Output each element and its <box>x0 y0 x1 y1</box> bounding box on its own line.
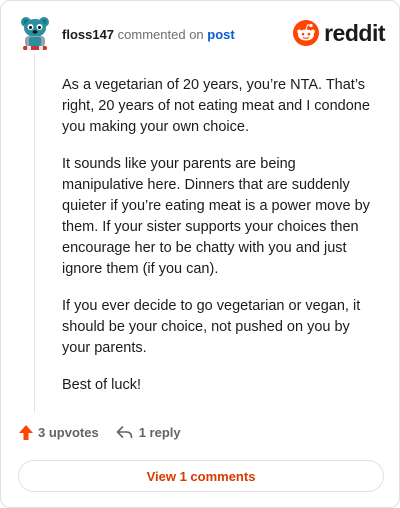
comment-paragraph: As a vegetarian of 20 years, you’re NTA.… <box>62 77 370 135</box>
comment-paragraph: If you ever decide to go vegetarian or v… <box>62 298 361 356</box>
comment-paragraph: Best of luck! <box>62 377 141 393</box>
brand-wordmark: reddit <box>324 19 385 46</box>
reddit-brand[interactable]: reddit <box>293 19 385 47</box>
upvote-count: 3 upvotes <box>38 425 99 440</box>
comment-actions: 3 upvotes 1 reply <box>18 424 181 441</box>
comment-body: As a vegetarian of 20 years, you’re NTA.… <box>62 75 378 412</box>
username-link[interactable]: floss147 <box>62 27 114 42</box>
thread-line[interactable] <box>34 53 35 413</box>
reddit-logo-icon <box>293 20 320 46</box>
comment-card: floss147 commented on post reddit As a v… <box>0 0 400 508</box>
comment-header: floss147 commented on post reddit <box>18 15 385 53</box>
upvote-arrow-icon <box>19 425 33 440</box>
snoo-avatar-icon <box>21 17 49 50</box>
reply-count: 1 reply <box>138 425 181 440</box>
reply-arrow-icon <box>116 426 132 439</box>
action-text: commented on <box>117 27 204 42</box>
view-comments-label: View 1 comments <box>146 468 256 484</box>
post-link[interactable]: post <box>207 27 234 42</box>
avatar[interactable] <box>20 15 50 51</box>
comment-paragraph: It sounds like your parents are being ma… <box>62 156 370 277</box>
upvote-button[interactable]: 3 upvotes <box>18 424 99 441</box>
comment-meta: floss147 commented on post <box>62 27 235 42</box>
reply-button[interactable]: 1 reply <box>116 425 181 440</box>
view-comments-button[interactable]: View 1 comments <box>18 460 384 492</box>
